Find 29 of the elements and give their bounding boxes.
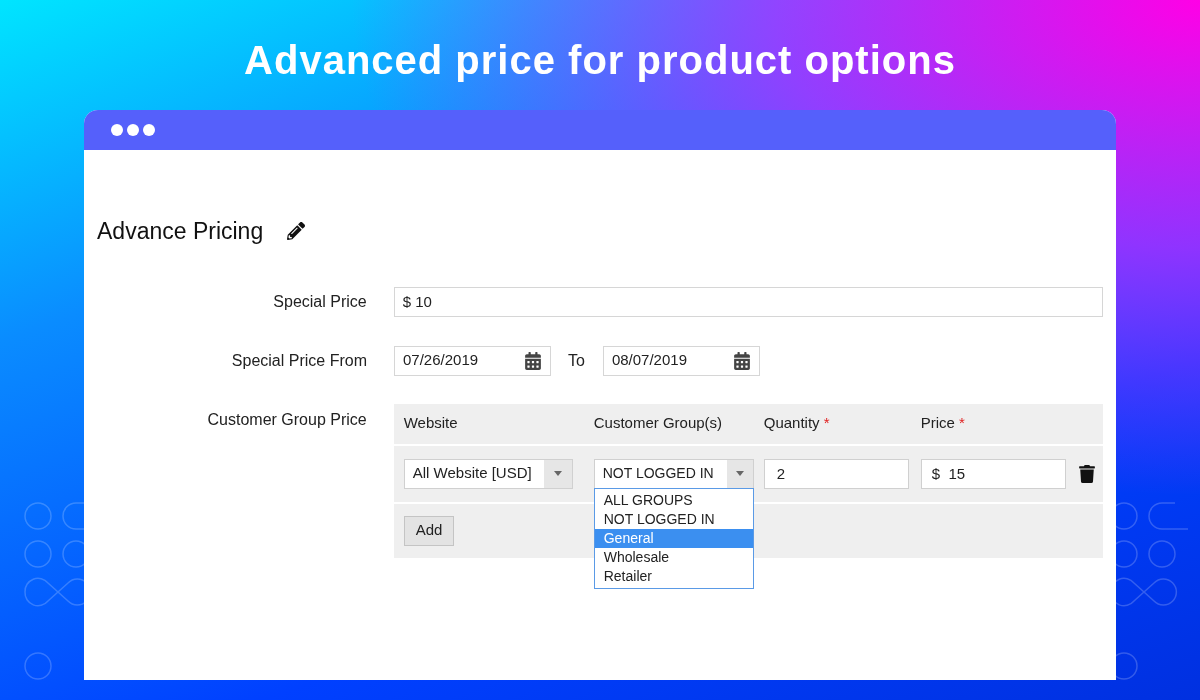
- dropdown-option[interactable]: ALL GROUPS: [594, 490, 753, 510]
- calendar-icon[interactable]: [524, 351, 542, 370]
- column-header: Price *: [920, 413, 966, 434]
- caret-icon: [553, 471, 562, 476]
- special-price-field[interactable]: $ 10: [393, 286, 1103, 317]
- banner-title: Advanced price for product options: [244, 37, 956, 84]
- section-title: Advance Pricing: [97, 217, 264, 246]
- edit-icon[interactable]: [287, 222, 306, 241]
- column-header: Quantity *: [763, 413, 831, 434]
- window-dots-icon: [111, 124, 155, 136]
- field-label: To: [568, 350, 585, 371]
- column-header: Customer Group(s): [593, 413, 724, 434]
- column-header: Website: [403, 413, 459, 434]
- field-label: Customer Group Price: [206, 409, 367, 430]
- dropdown-option[interactable]: Retailer: [594, 566, 753, 586]
- website-select[interactable]: All Website [USD]: [403, 458, 573, 489]
- field-label: Special Price From: [230, 350, 367, 371]
- calendar-icon[interactable]: [732, 351, 751, 370]
- add-button[interactable]: Add: [403, 515, 455, 546]
- customer-group-select[interactable]: NOT LOGGED IN: [593, 458, 754, 489]
- date-field[interactable]: 07/26/2019: [394, 345, 551, 376]
- delete-icon[interactable]: [1077, 464, 1096, 483]
- price-field[interactable]: $ 15: [920, 458, 1066, 489]
- caret-icon: [735, 471, 744, 476]
- quantity-field[interactable]: 2: [763, 458, 909, 489]
- date-field[interactable]: 08/07/2019: [602, 345, 760, 376]
- dropdown-option[interactable]: NOT LOGGED IN: [594, 509, 753, 529]
- field-label: Special Price: [272, 291, 367, 312]
- dropdown-option[interactable]: Wholesale: [594, 547, 753, 567]
